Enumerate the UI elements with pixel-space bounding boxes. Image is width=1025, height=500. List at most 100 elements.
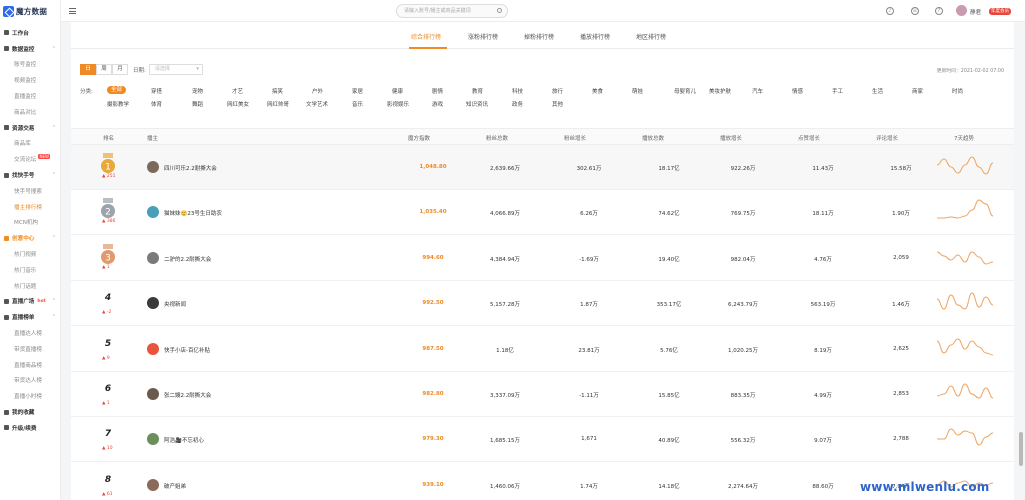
category-3[interactable]: 才艺 (232, 87, 243, 95)
sidebar-item-11[interactable]: 播主排行榜 (0, 199, 60, 215)
anchor-avatar[interactable] (147, 206, 159, 219)
sidebar-item-9[interactable]: 找快手号 ⌃ (0, 167, 60, 183)
sidebar-item-4[interactable]: 直播监控 (0, 88, 60, 104)
col-plays-growth[interactable]: 播放增长 (720, 134, 742, 142)
category-21[interactable]: 时尚 (952, 87, 963, 95)
category-row2-5[interactable]: 文学艺术 (306, 100, 328, 108)
sidebar-item-3[interactable]: 视频监控 (0, 72, 60, 88)
category-19[interactable]: 生活 (872, 87, 883, 95)
anchor-name[interactable]: 四川可乐2.2耐撕大会 (164, 164, 217, 172)
sidebar-item-8[interactable]: 交流论坛 NEW (0, 151, 60, 167)
user-name[interactable]: 静君 (970, 8, 981, 16)
search-icon[interactable] (497, 8, 502, 13)
anchor-name[interactable]: 阿浩🎥不忘初心 (164, 436, 204, 444)
category-14[interactable]: 母婴育儿 (674, 87, 696, 95)
category-row2-1[interactable]: 体育 (151, 100, 162, 108)
category-row2-7[interactable]: 影视娱乐 (387, 100, 409, 108)
sidebar-item-6[interactable]: 资源交易 ⌃ (0, 120, 60, 136)
category-row2-10[interactable]: 政务 (512, 100, 523, 108)
menu-toggle-icon[interactable] (69, 8, 76, 14)
table-row[interactable]: 3 ▲ 1 二驴的2.2耐撕大会 994.60 4,384.94万 -1.69万 19.40… (71, 236, 1014, 281)
col-comments-growth[interactable]: 评论增长 (876, 134, 898, 142)
sidebar-item-20[interactable]: 带货直播榜 (0, 341, 60, 357)
sidebar-item-12[interactable]: MCN机构 (0, 215, 60, 231)
category-11[interactable]: 旅行 (552, 87, 563, 95)
anchor-avatar[interactable] (147, 478, 159, 491)
category-9[interactable]: 教育 (472, 87, 483, 95)
category-row2-11[interactable]: 其他 (552, 100, 563, 108)
period-week-button[interactable]: 周 (96, 64, 112, 75)
sidebar-item-17[interactable]: 直播广场 hot ⌃ (0, 294, 60, 310)
date-picker[interactable]: 请选择 (148, 64, 203, 75)
category-15[interactable]: 美妆护肤 (709, 87, 731, 95)
sidebar-item-7[interactable]: 商品库 (0, 136, 60, 152)
category-6[interactable]: 家居 (352, 87, 363, 95)
scrollbar-thumb[interactable] (1019, 432, 1023, 466)
sidebar-item-15[interactable]: 热门音乐 (0, 262, 60, 278)
col-fans[interactable]: 粉丝总数 (486, 134, 508, 142)
table-row[interactable]: 6 ▲ 1 张二嫂2.2耐撕大会 982.80 3,337.09万 -1.11万 15.85… (71, 372, 1014, 417)
sidebar-item-21[interactable]: 直播商品榜 (0, 357, 60, 373)
category-8[interactable]: 剧情 (432, 87, 443, 95)
period-month-button[interactable]: 月 (112, 64, 128, 75)
anchor-avatar[interactable] (147, 161, 159, 173)
tab-fans-gain[interactable]: 涨粉排行榜 (468, 32, 498, 41)
category-row2-2[interactable]: 舞蹈 (192, 100, 203, 108)
col-plays[interactable]: 播放总数 (642, 134, 664, 142)
col-index[interactable]: 魔方指数 (408, 134, 430, 142)
col-fans-growth[interactable]: 粉丝增长 (564, 134, 586, 142)
sidebar-item-14[interactable]: 热门视频 (0, 246, 60, 262)
logo[interactable]: 魔方数据 (0, 0, 60, 22)
category-12[interactable]: 美食 (592, 87, 603, 95)
category-5[interactable]: 户外 (312, 87, 323, 95)
tab-fans-loss[interactable]: 掉粉排行榜 (524, 32, 554, 41)
category-1[interactable]: 穿搭 (151, 87, 162, 95)
tab-overall[interactable]: 综合排行榜 (411, 32, 441, 41)
anchor-name[interactable]: 二驴的2.2耐撕大会 (164, 255, 211, 263)
sidebar-item-2[interactable]: 账号监控 (0, 57, 60, 73)
col-likes-growth[interactable]: 点赞增长 (798, 134, 820, 142)
category-20[interactable]: 商家 (912, 87, 923, 95)
anchor-avatar[interactable] (147, 251, 159, 264)
phone-icon[interactable]: ☏ (911, 7, 919, 15)
anchor-avatar[interactable] (147, 433, 159, 446)
table-row[interactable]: 7 ▲ 10 阿浩🎥不忘初心 979.30 1,685.15万 1,671 40.89亿 55… (71, 417, 1014, 463)
category-row2-4[interactable]: 网红帅哥 (267, 100, 289, 108)
sidebar-item-16[interactable]: 热门话题 (0, 278, 60, 294)
anchor-name[interactable]: 央视新闻 (164, 300, 186, 308)
sidebar-item-22[interactable]: 带货达人榜 (0, 373, 60, 389)
sidebar-item-24[interactable]: 我的收藏 (0, 404, 60, 420)
table-row[interactable]: 1 ▲ 251 四川可乐2.2耐撕大会 1,048.80 2,639.66万 302.61… (71, 145, 1014, 190)
anchor-avatar[interactable] (147, 297, 159, 310)
anchor-name[interactable]: 快手小店-百亿补贴 (164, 346, 210, 354)
bell-icon[interactable]: ♪ (886, 7, 894, 15)
category-row2-9[interactable]: 知识资讯 (466, 100, 488, 108)
table-row[interactable]: 2 ▲ 386 猫妹妹🙂23号生日助农 1,035.40 4,066.89万 6.26万 7… (71, 190, 1014, 236)
period-day-button[interactable]: 日 (80, 64, 96, 75)
sidebar-item-0[interactable]: 工作台 (0, 25, 60, 41)
category-2[interactable]: 宠物 (192, 87, 203, 95)
category-16[interactable]: 汽车 (752, 87, 763, 95)
category-row2-8[interactable]: 游戏 (432, 100, 443, 108)
sidebar-item-23[interactable]: 直播小时榜 (0, 388, 60, 404)
sidebar-item-5[interactable]: 商品对比 (0, 104, 60, 120)
tab-region[interactable]: 地区排行榜 (636, 32, 666, 41)
category-4[interactable]: 搞笑 (272, 87, 283, 95)
sidebar-item-18[interactable]: 直播榜单 ⌃ (0, 309, 60, 325)
search-input[interactable]: 请输入账号/播主或商品关键词 (396, 4, 508, 18)
sidebar-item-1[interactable]: 数据监控 ⌃ (0, 41, 60, 57)
category-10[interactable]: 科技 (512, 87, 523, 95)
category-7[interactable]: 健康 (392, 87, 403, 95)
category-row2-3[interactable]: 网红美女 (227, 100, 249, 108)
sidebar-item-25[interactable]: 升级/续费 (0, 420, 60, 436)
user-avatar[interactable] (956, 5, 967, 16)
category-0[interactable]: 全部 (107, 86, 127, 94)
anchor-name[interactable]: 张二嫂2.2耐撕大会 (164, 391, 211, 399)
anchor-avatar[interactable] (147, 388, 159, 400)
category-13[interactable]: 萌娃 (632, 87, 643, 95)
category-18[interactable]: 手工 (832, 87, 843, 95)
table-row[interactable]: 5 ▲ 9 快手小店-百亿补贴 987.50 1.18亿 23.81万 5.76亿 1,020… (71, 327, 1014, 372)
sidebar-item-13[interactable]: 创意中心 ⌃ (0, 230, 60, 246)
help-icon[interactable]: ? (935, 7, 943, 15)
category-row2-6[interactable]: 音乐 (352, 100, 363, 108)
